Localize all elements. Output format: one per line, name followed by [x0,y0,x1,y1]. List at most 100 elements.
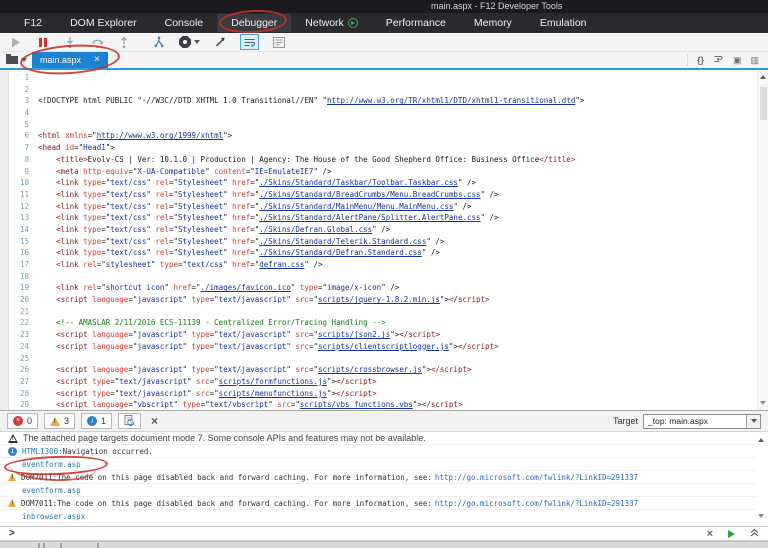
line-number[interactable]: 27 [9,376,38,388]
tab-performance[interactable]: Performance [372,14,460,32]
line-number[interactable]: 26 [9,364,38,376]
exception-settings-button[interactable] [179,34,200,50]
tab-emulation[interactable]: Emulation [526,14,601,32]
break-button[interactable] [36,34,50,50]
clear-console-button[interactable]: × [151,414,158,428]
target-dropdown-button[interactable] [746,414,760,428]
step-out-button[interactable] [117,34,131,50]
console-scrollbar[interactable] [756,432,768,526]
code-editor[interactable]: 1 2 3 <!DOCTYPE html PUBLIC "-//W3C//DTD XH… [0,70,768,410]
message-link[interactable]: http://go.microsoft.com/fwlink/?LinkID=2… [435,473,638,482]
code-text: <title>Evolv-CS | Ver: 10.1.0 | Producti… [56,154,576,164]
step-over-button[interactable] [90,34,104,50]
editor-scrollbar[interactable] [757,70,768,410]
tab-network[interactable]: Network [291,14,372,32]
line-number[interactable]: 19 [9,282,38,294]
line-number[interactable]: 20 [9,294,38,306]
word-wrap-icon [244,38,255,47]
wrap-lines-icon[interactable] [713,54,724,66]
source-tab-main-aspx[interactable]: main.aspx × [32,52,108,68]
line-number[interactable]: 25 [9,353,38,365]
warnings-filter-button[interactable]: ! 3 [44,413,76,429]
clear-on-navigate-button[interactable] [118,413,142,429]
scroll-down-icon[interactable] [758,514,765,518]
line-number[interactable]: 23 [9,329,38,341]
target-dropdown[interactable]: _top: main.aspx [643,413,761,429]
step-into-button[interactable] [63,34,77,50]
debugger-options-button[interactable] [272,34,286,50]
dropdown-caret-icon [194,40,200,44]
open-file-button[interactable] [6,54,27,64]
source-file-name[interactable]: eventform.asp [22,486,81,495]
message-link[interactable]: http://go.microsoft.com/fwlink/?LinkID=2… [435,499,638,508]
detach-source-icon[interactable]: ▥ [750,55,759,66]
source-map-icon[interactable]: ▣ [733,55,742,66]
info-count: 1 [101,416,107,426]
line-number[interactable]: 22 [9,317,38,329]
clear-input-icon[interactable]: × [707,528,713,540]
run-script-icon[interactable] [728,529,735,538]
scroll-down-icon[interactable] [760,401,767,405]
source-file-name[interactable]: eventform.asp [22,460,81,469]
info-filter-button[interactable]: i1 [81,413,113,429]
multiline-toggle-icon[interactable] [750,528,759,540]
line-number[interactable]: 29 [9,399,38,410]
line-number[interactable]: 18 [9,271,38,283]
line-number[interactable]: 14 [9,224,38,236]
code-text: <!DOCTYPE html PUBLIC "-//W3C//DTD XHTML… [38,96,585,106]
tab-memory[interactable]: Memory [460,14,526,32]
code-text: <link type="text/css" rel="Stylesheet" h… [56,201,472,211]
network-play-icon[interactable] [347,18,358,28]
warning-icon: ! [8,473,16,481]
line-number[interactable]: 4 [9,107,38,119]
scroll-up-icon[interactable] [760,75,767,79]
continue-button[interactable] [9,34,23,50]
target-label: Target [612,416,638,426]
tab-f12[interactable]: F12 [10,14,56,32]
errors-filter-button[interactable]: × 0 [7,413,39,429]
source-tab-bar: main.aspx × {} ▣ ▥ [0,52,768,68]
window-title: main.aspx - F12 Developer Tools [431,1,563,11]
line-number[interactable]: 6 [9,130,38,142]
line-number[interactable]: 7 [9,142,38,154]
code-text: <meta http-equiv="X-UA-Compatible" conte… [56,166,332,176]
line-number[interactable]: 1 [9,72,38,84]
line-number[interactable]: 10 [9,177,38,189]
line-number[interactable]: 8 [9,154,38,166]
line-number[interactable]: 24 [9,341,38,353]
console-input-row[interactable]: > × [0,526,768,541]
line-number[interactable]: 12 [9,201,38,213]
breakpoint-gutter[interactable] [0,70,9,410]
break-on-new-worker-button[interactable] [152,34,166,50]
break-pointer-button[interactable] [213,34,227,50]
line-number[interactable]: 9 [9,166,38,178]
code-line: 7 <head id="Head1"> [9,142,756,154]
line-number[interactable]: 16 [9,247,38,259]
line-number[interactable]: 3 [9,95,38,107]
warning-icon: ! [8,499,16,507]
line-number[interactable]: 11 [9,189,38,201]
line-number[interactable]: 17 [9,259,38,271]
code-text: <link rel="stylesheet" type="text/css" h… [56,260,323,269]
line-number[interactable]: 21 [9,306,38,318]
scrollbar-thumb[interactable] [759,87,767,120]
warning-count: 3 [64,416,70,426]
line-number[interactable]: 28 [9,388,38,400]
console-output: ! The attached page targets document mode… [0,432,768,526]
line-number[interactable]: 15 [9,236,38,248]
tab-console[interactable]: Console [151,14,218,32]
code-line: 19 <link rel="shortcut icon" href="./ima… [9,282,756,294]
console-source-file: inbrowser.aspx [0,510,756,523]
message-link[interactable]: http://go.microsoft.com/fwlink/?LinkID=2… [435,525,638,527]
line-number[interactable]: 5 [9,119,38,131]
line-number[interactable]: 2 [9,84,38,96]
close-tab-icon[interactable]: × [94,55,100,65]
tab-debugger[interactable]: Debugger [217,14,292,32]
tab-dom-explorer[interactable]: DOM Explorer [56,14,151,32]
pretty-print-icon[interactable]: {} [697,55,704,65]
line-number[interactable]: 13 [9,212,38,224]
scroll-up-icon[interactable] [758,438,765,442]
source-file-name[interactable]: inbrowser.aspx [22,512,85,521]
code-line: 4 [9,107,756,119]
word-wrap-toggle[interactable] [240,34,259,50]
